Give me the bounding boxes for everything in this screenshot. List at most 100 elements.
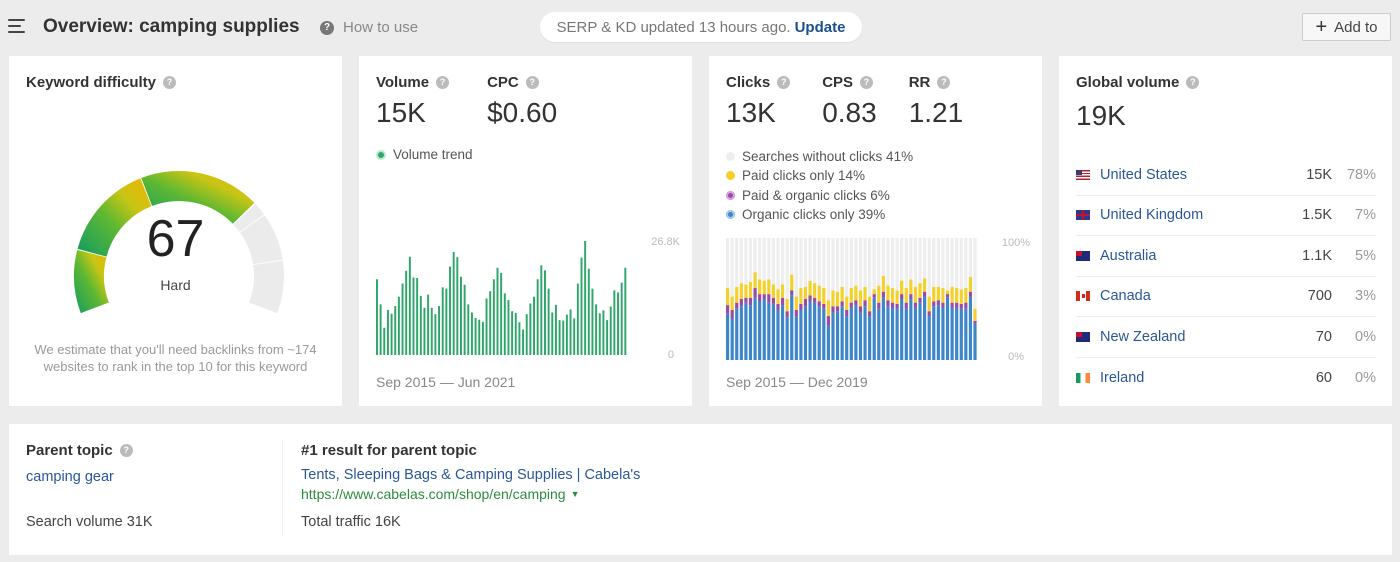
paid-bar-segment[interactable] (936, 286, 940, 301)
volume-bar[interactable] (562, 320, 565, 355)
paid-bar-segment[interactable] (968, 277, 973, 292)
paid-organic-bar-segment[interactable] (758, 294, 762, 302)
paid-organic-bar-segment[interactable] (895, 303, 899, 309)
no-click-bar-segment[interactable] (845, 238, 849, 297)
no-click-bar-segment[interactable] (973, 238, 977, 309)
volume-bar[interactable] (489, 291, 492, 355)
volume-bar[interactable] (481, 321, 484, 355)
no-click-bar-segment[interactable] (868, 238, 872, 297)
no-click-bar-segment[interactable] (881, 238, 885, 276)
no-click-bar-segment[interactable] (835, 238, 840, 292)
no-click-bar-segment[interactable] (923, 238, 927, 279)
no-click-bar-segment[interactable] (803, 238, 808, 287)
paid-organic-bar-segment[interactable] (726, 305, 730, 314)
paid-bar-segment[interactable] (744, 284, 748, 298)
paid-organic-bar-segment[interactable] (739, 299, 743, 307)
organic-bar-segment[interactable] (895, 308, 899, 360)
organic-bar-segment[interactable] (959, 308, 963, 360)
paid-organic-bar-segment[interactable] (730, 309, 734, 319)
country-row[interactable]: New Zealand 70 0% (1076, 317, 1376, 358)
organic-bar-segment[interactable] (964, 308, 968, 360)
volume-bar[interactable] (558, 320, 561, 355)
volume-bar[interactable] (449, 266, 451, 355)
volume-bar[interactable] (460, 276, 462, 355)
paid-bar-segment[interactable] (941, 288, 945, 303)
paid-bar-segment[interactable] (730, 296, 734, 310)
no-click-bar-segment[interactable] (890, 238, 895, 289)
no-click-bar-segment[interactable] (758, 238, 762, 280)
country-name[interactable]: Australia (1100, 248, 1272, 264)
paid-organic-bar-segment[interactable] (845, 309, 849, 317)
paid-bar-segment[interactable] (913, 286, 918, 303)
no-click-bar-segment[interactable] (771, 238, 775, 285)
organic-bar-segment[interactable] (785, 317, 789, 360)
paid-organic-bar-segment[interactable] (936, 300, 940, 306)
paid-organic-bar-segment[interactable] (744, 297, 748, 303)
organic-bar-segment[interactable] (803, 306, 808, 360)
volume-bar[interactable] (434, 314, 437, 355)
volume-bar[interactable] (467, 304, 470, 355)
volume-bar[interactable] (507, 300, 510, 355)
paid-organic-bar-segment[interactable] (868, 311, 872, 317)
no-click-bar-segment[interactable] (794, 238, 798, 297)
no-click-bar-segment[interactable] (780, 238, 785, 285)
country-name[interactable]: Ireland (1100, 370, 1272, 386)
help-icon[interactable]: ? (1186, 76, 1200, 89)
organic-bar-segment[interactable] (753, 297, 757, 360)
paid-organic-bar-segment[interactable] (822, 303, 826, 309)
paid-bar-segment[interactable] (918, 283, 922, 298)
country-row[interactable]: Canada 700 3% (1076, 277, 1376, 317)
country-name[interactable]: Canada (1100, 288, 1272, 304)
volume-bar[interactable] (463, 284, 466, 355)
paid-bar-segment[interactable] (835, 291, 840, 307)
paid-bar-segment[interactable] (822, 288, 826, 304)
organic-bar-segment[interactable] (726, 313, 730, 360)
paid-bar-segment[interactable] (927, 296, 931, 312)
volume-bar[interactable] (390, 313, 393, 355)
paid-bar-segment[interactable] (923, 278, 927, 292)
organic-bar-segment[interactable] (758, 301, 762, 360)
no-click-bar-segment[interactable] (744, 238, 748, 285)
volume-bar[interactable] (500, 272, 503, 355)
paid-organic-bar-segment[interactable] (886, 300, 890, 307)
volume-trend-chart[interactable]: 26.8K 0 (374, 231, 684, 366)
paid-bar-segment[interactable] (890, 288, 895, 303)
country-name[interactable]: United States (1100, 167, 1272, 183)
paid-bar-segment[interactable] (790, 274, 794, 291)
volume-bar[interactable] (533, 296, 535, 355)
paid-organic-bar-segment[interactable] (817, 301, 821, 307)
volume-bar[interactable] (554, 304, 557, 355)
paid-organic-bar-segment[interactable] (794, 309, 798, 317)
help-icon[interactable]: ? (525, 76, 539, 89)
no-click-bar-segment[interactable] (808, 238, 812, 281)
no-click-bar-segment[interactable] (913, 238, 918, 287)
volume-bar[interactable] (598, 313, 601, 355)
paid-bar-segment[interactable] (904, 288, 908, 303)
paid-organic-bar-segment[interactable] (959, 303, 963, 309)
no-click-bar-segment[interactable] (918, 238, 922, 284)
caret-down-icon[interactable]: ▼ (571, 489, 580, 499)
no-click-bar-segment[interactable] (822, 238, 826, 289)
paid-organic-bar-segment[interactable] (909, 294, 913, 299)
volume-trend-legend[interactable]: Volume trend (376, 147, 473, 162)
volume-bar[interactable] (423, 307, 426, 355)
organic-bar-segment[interactable] (831, 312, 835, 360)
paid-bar-segment[interactable] (900, 280, 904, 295)
paid-organic-bar-segment[interactable] (927, 311, 931, 317)
no-click-bar-segment[interactable] (950, 238, 954, 287)
no-click-bar-segment[interactable] (941, 238, 945, 289)
volume-bar[interactable] (485, 298, 488, 355)
paid-organic-bar-segment[interactable] (904, 302, 908, 309)
volume-bar[interactable] (613, 290, 616, 355)
volume-bar[interactable] (419, 295, 422, 355)
paid-bar-segment[interactable] (758, 279, 762, 295)
volume-bar[interactable] (397, 296, 400, 355)
no-click-bar-segment[interactable] (964, 238, 968, 289)
organic-bar-segment[interactable] (913, 307, 918, 360)
volume-bar[interactable] (456, 257, 459, 355)
no-click-bar-segment[interactable] (776, 238, 780, 290)
help-icon[interactable]: ? (119, 444, 133, 457)
no-click-bar-segment[interactable] (813, 238, 817, 284)
no-click-bar-segment[interactable] (863, 238, 867, 287)
paid-bar-segment[interactable] (803, 286, 808, 299)
